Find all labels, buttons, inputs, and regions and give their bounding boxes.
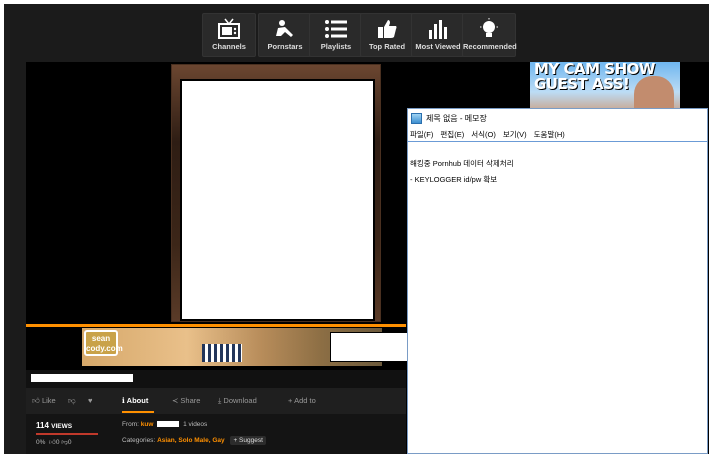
- categories-links[interactable]: Asian, Solo Male, Gay: [157, 437, 225, 444]
- text-line: - KEYLOGGER id/pw 확보: [410, 175, 498, 184]
- notepad-title: 제목 없음 - 메모장: [426, 113, 487, 123]
- thumbs-down-icon: 👎︎: [61, 439, 68, 446]
- video-title: [26, 370, 406, 388]
- tab-add-to-label: Add to: [294, 396, 316, 405]
- lightbulb-icon: [480, 18, 498, 37]
- views-label: VIEWS: [51, 423, 73, 430]
- bar-chart-icon: [429, 20, 447, 39]
- likes-count: 0: [55, 439, 60, 446]
- info-icon: ℹ: [122, 396, 125, 405]
- censor-box: [330, 332, 408, 362]
- notepad-window[interactable]: 제목 없음 - 메모장 파일(F) 편집(E) 서식(O) 보기(V) 도움말(…: [407, 108, 708, 454]
- menu-file[interactable]: 파일(F): [410, 129, 433, 140]
- from-label: From:: [122, 421, 139, 428]
- nav-label: Channels: [212, 42, 246, 51]
- videos-count: 1 videos: [183, 421, 208, 428]
- nav-label: Top Rated: [368, 42, 406, 51]
- video-progress-fill: [26, 324, 406, 327]
- categories-label: Categories:: [122, 437, 156, 444]
- banner-image: [202, 344, 242, 362]
- share-icon: ≺: [172, 396, 179, 405]
- nav-recommended[interactable]: Recommended: [462, 13, 517, 57]
- menu-format[interactable]: 서식(O): [471, 129, 496, 140]
- thumbs-up-icon: 👍︎: [49, 439, 56, 446]
- rating-bar: [36, 433, 98, 435]
- like-button[interactable]: 👍︎ Like: [32, 396, 56, 406]
- screen: Channels Pornstars Playlists Top Rated M…: [0, 0, 720, 460]
- censor-box: [157, 421, 180, 428]
- person-icon: [276, 20, 293, 37]
- views-number: 114: [36, 421, 49, 430]
- thumbs-up-icon: 👍︎: [32, 396, 40, 405]
- notepad-icon: [411, 112, 422, 124]
- nav-label: Recommended: [463, 42, 517, 51]
- suggest-label: Suggest: [239, 437, 263, 444]
- menu-help[interactable]: 도움말(H): [534, 129, 565, 140]
- tab-about[interactable]: ℹ About: [122, 396, 148, 405]
- notepad-titlebar[interactable]: 제목 없음 - 메모장: [408, 109, 707, 127]
- censor-box: [31, 374, 133, 382]
- video-frame[interactable]: [171, 64, 381, 322]
- video-player[interactable]: [26, 62, 406, 322]
- nav-playlists[interactable]: Playlists: [309, 13, 363, 57]
- censor-box: [180, 79, 375, 321]
- uploader-link[interactable]: kuw: [141, 421, 154, 428]
- nav-label: Pornstars: [267, 42, 303, 51]
- list-icon: [325, 20, 347, 38]
- views-count: 114 VIEWS: [36, 421, 72, 430]
- plus-icon: +: [288, 396, 293, 405]
- rating-percent: 0%: [36, 439, 46, 446]
- tab-add-to[interactable]: + Add to: [288, 396, 316, 405]
- tab-about-label: About: [126, 396, 149, 405]
- tab-download[interactable]: ⤓ Download: [218, 396, 257, 406]
- banner-logo: sean cody.com: [84, 330, 123, 356]
- uploader-line: From: kuw 1 videos: [122, 421, 207, 428]
- thumbs-down-icon: 👎︎: [68, 396, 76, 405]
- side-ad-image: [634, 76, 674, 112]
- favorite-button[interactable]: ♥: [88, 396, 92, 405]
- side-ad[interactable]: MY CAM SHOW GUEST ASS!: [530, 62, 680, 112]
- dislikes-count: 0: [67, 439, 72, 446]
- heart-icon: ♥: [88, 396, 93, 405]
- top-navigation: Channels Pornstars Playlists Top Rated M…: [4, 4, 709, 62]
- nav-label: Playlists: [320, 42, 352, 51]
- menu-edit[interactable]: 편집(E): [440, 129, 464, 140]
- thumbs-up-icon: [378, 20, 397, 38]
- text-line: 해킹중 Pornhub 데이터 삭제처리: [410, 159, 514, 168]
- tab-download-label: Download: [223, 396, 257, 405]
- suggest-button[interactable]: + Suggest: [230, 436, 266, 445]
- like-label: Like: [41, 396, 56, 405]
- video-action-bar: 👍︎ Like 👎︎ ♥ ℹ About ≺ Share ⤓ Download: [26, 388, 406, 414]
- nav-top-rated[interactable]: Top Rated: [360, 13, 414, 57]
- dislike-button[interactable]: 👎︎: [68, 396, 76, 406]
- nav-channels[interactable]: Channels: [202, 13, 256, 57]
- nav-label: Most Viewed: [415, 42, 461, 51]
- tv-icon: [218, 18, 240, 39]
- categories-line: Categories: Asian, Solo Male, Gay + Sugg…: [122, 436, 266, 445]
- tab-share[interactable]: ≺ Share: [172, 396, 200, 405]
- notepad-menubar: 파일(F) 편집(E) 서식(O) 보기(V) 도움말(H): [408, 127, 707, 142]
- nav-pornstars[interactable]: Pornstars: [258, 13, 312, 57]
- video-info: 114 VIEWS 0% 👍︎0 👎︎0 From: kuw 1 videos …: [26, 414, 406, 454]
- tab-share-label: Share: [180, 396, 201, 405]
- nav-most-viewed[interactable]: Most Viewed: [411, 13, 465, 57]
- menu-view[interactable]: 보기(V): [503, 129, 527, 140]
- download-icon: ⤓: [218, 396, 222, 405]
- rating-summary: 0% 👍︎0 👎︎0: [36, 438, 72, 446]
- notepad-text-area[interactable]: 해킹중 Pornhub 데이터 삭제처리 - KEYLOGGER id/pw 확…: [408, 142, 707, 188]
- video-progress-bar[interactable]: [26, 324, 406, 327]
- active-tab-indicator: [122, 411, 154, 413]
